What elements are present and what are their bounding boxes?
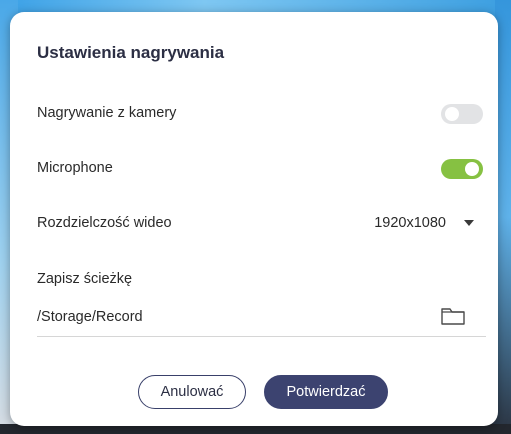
dialog-title: Ustawienia nagrywania — [37, 43, 225, 62]
confirm-button[interactable]: Potwierdzać — [264, 375, 388, 409]
recording-settings-dialog: Ustawienia nagrywania Nagrywanie z kamer… — [10, 12, 498, 426]
triangle-down-icon — [464, 220, 474, 226]
save-path-underline — [37, 336, 486, 337]
save-path-label: Zapisz ścieżkę — [37, 271, 133, 287]
camera-recording-toggle[interactable] — [441, 104, 483, 124]
save-path-value: /Storage/Record — [37, 309, 143, 325]
toggle-knob — [465, 162, 479, 176]
microphone-toggle[interactable] — [441, 159, 483, 179]
microphone-label: Microphone — [37, 160, 113, 176]
toggle-knob — [445, 107, 459, 121]
cancel-button[interactable]: Anulować — [138, 375, 246, 409]
video-resolution-label: Rozdzielczość wideo — [37, 215, 172, 231]
video-resolution-value: 1920x1080 — [374, 215, 446, 231]
video-resolution-select[interactable]: 1920x1080 — [374, 215, 474, 231]
camera-recording-label: Nagrywanie z kamery — [37, 105, 177, 121]
folder-icon[interactable] — [440, 306, 466, 326]
